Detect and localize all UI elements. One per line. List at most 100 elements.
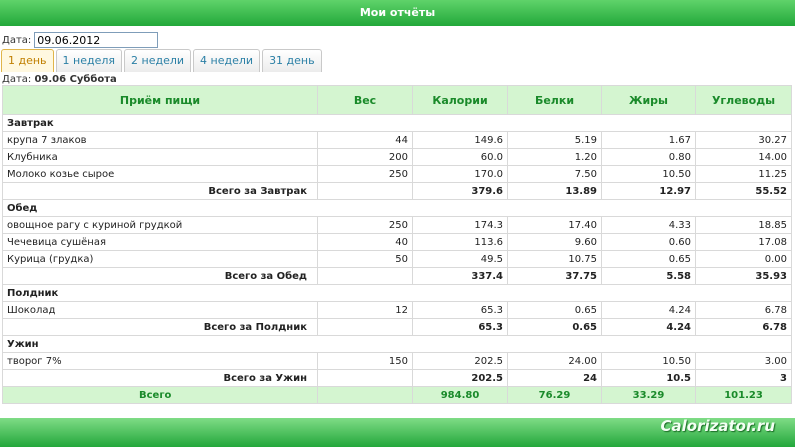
cell: 12 [317,301,413,319]
cell: 4.24 [601,318,696,336]
cell: 14.00 [695,148,792,166]
cell: 0.60 [601,233,696,251]
cell: 35.93 [695,267,792,285]
cell: 37.75 [507,267,602,285]
food-name-cell: Клубника [2,148,318,166]
tab-2-weeks[interactable]: 2 недели [124,49,192,72]
cell: 11.25 [695,165,792,183]
cell: 0.65 [507,318,602,336]
cell: 984.80 [412,386,508,404]
cell: 30.27 [695,131,792,149]
cell: 55.52 [695,182,792,200]
cell: 337.4 [412,267,508,285]
cell: 13.89 [507,182,602,200]
cell: 200 [317,148,413,166]
report-date-label: Дата: [2,74,32,85]
col-header-weight[interactable]: Вес [317,85,413,115]
cell: 5.19 [507,131,602,149]
page-title: Мои отчёты [0,0,795,26]
cell: 250 [317,216,413,234]
meal-name: Обед [2,199,792,217]
cell: 50 [317,250,413,268]
food-name-cell: Шоколад [2,301,318,319]
cell: Всего за Завтрак [2,182,318,200]
cell: 18.85 [695,216,792,234]
meal-name: Ужин [2,335,792,353]
cell [317,318,413,336]
cell: 113.6 [412,233,508,251]
table-row: Молоко козье сырое 250 170.0 7.50 10.50 11.25 [2,165,792,183]
col-header-meal[interactable]: Приём пищи [2,85,318,115]
meal-subtotal-row: Всего за Обед 337.4 37.75 5.58 35.93 [2,267,792,285]
cell: 65.3 [412,318,508,336]
meal-section-row: Обед [2,199,792,217]
col-header-fat[interactable]: Жиры [601,85,696,115]
cell: 6.78 [695,318,792,336]
cell: 17.40 [507,216,602,234]
cell: 65.3 [412,301,508,319]
cell: 3 [695,369,792,387]
date-picker-row: Дата: [2,31,159,49]
food-name-cell: крупа 7 злаков [2,131,318,149]
table-row: Курица (грудка) 50 49.5 10.75 0.65 0.00 [2,250,792,268]
cell: 0.80 [601,148,696,166]
cell: 24 [507,369,602,387]
table-row: овощное рагу с куриной грудкой 250 174.3 17… [2,216,792,234]
cell: 5.58 [601,267,696,285]
cell: 250 [317,165,413,183]
cell: 4.24 [601,301,696,319]
table-row: Чечевица сушёная 40 113.6 9.60 0.60 17.08 [2,233,792,251]
cell: Всего за Ужин [2,369,318,387]
cell: 202.5 [412,369,508,387]
col-header-calories[interactable]: Калории [412,85,508,115]
cell: 40 [317,233,413,251]
table-row: крупа 7 злаков 44 149.6 5.19 1.67 30.27 [2,131,792,149]
meal-subtotal-row: Всего за Ужин 202.5 24 10.5 3 [2,369,792,387]
cell: 49.5 [412,250,508,268]
meal-section-row: Ужин [2,335,792,353]
report-date-value: 09.06 Суббота [34,74,117,85]
cell: 0.65 [601,250,696,268]
food-name-cell: Курица (грудка) [2,250,318,268]
report-date: Дата: 09.06 Суббота [2,74,117,85]
cell: 10.75 [507,250,602,268]
cell: 10.50 [601,352,696,370]
cell: Всего за Обед [2,267,318,285]
tab-1-week[interactable]: 1 неделя [55,49,123,72]
food-name-cell: Молоко козье сырое [2,165,318,183]
grand-total-row: Всего 984.80 76.29 33.29 101.23 [2,386,792,404]
cell: 33.29 [601,386,696,404]
meal-subtotal-row: Всего за Завтрак 379.6 13.89 12.97 55.52 [2,182,792,200]
cell: 202.5 [412,352,508,370]
cell: 9.60 [507,233,602,251]
date-label: Дата: [2,34,32,46]
tab-4-weeks[interactable]: 4 недели [193,49,261,72]
tab-31-days[interactable]: 31 день [262,49,322,72]
col-header-carbs[interactable]: Углеводы [695,85,792,115]
cell [317,369,413,387]
cell: 4.33 [601,216,696,234]
tab-1-day[interactable]: 1 день [1,49,54,72]
cell: 17.08 [695,233,792,251]
cell: 24.00 [507,352,602,370]
cell: 101.23 [695,386,792,404]
cell [317,267,413,285]
meal-section-row: Завтрак [2,114,792,132]
cell: 10.5 [601,369,696,387]
cell: 150 [317,352,413,370]
cell: 12.97 [601,182,696,200]
table-row: Шоколад 12 65.3 0.65 4.24 6.78 [2,301,792,319]
col-header-protein[interactable]: Белки [507,85,602,115]
cell: Всего [2,386,318,404]
cell: 1.20 [507,148,602,166]
cell [317,386,413,404]
food-name-cell: творог 7% [2,352,318,370]
cell: 379.6 [412,182,508,200]
cell: 60.0 [412,148,508,166]
cell: Всего за Полдник [2,318,318,336]
nutrition-report-table: Приём пищи Вес Калории Белки Жиры Углево… [2,85,792,404]
date-input[interactable] [34,32,159,48]
food-name-cell: Чечевица сушёная [2,233,318,251]
cell: 7.50 [507,165,602,183]
cell: 3.00 [695,352,792,370]
